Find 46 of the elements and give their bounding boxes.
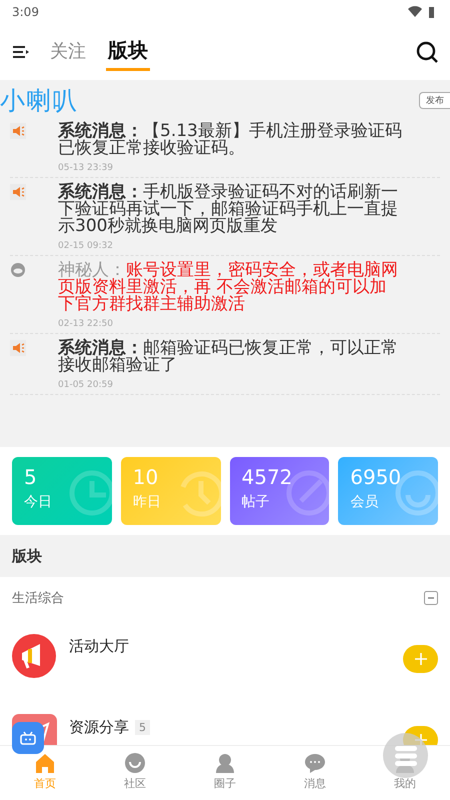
list-icon [394,746,416,766]
forum-name[interactable]: 资源分享 [69,718,129,737]
nav-tab[interactable]: 首页 [0,746,90,800]
collapse-icon[interactable] [424,591,438,605]
plus-icon [414,652,428,666]
message-time: 02-15 09:32 [58,241,114,251]
publish-button[interactable]: 发布 [419,92,450,109]
stat-value: 10 [132,465,160,489]
nav-tab[interactable]: 社区 [90,746,180,800]
nav-tab[interactable]: 消息 [270,746,360,800]
notice-title: 小喇叭 [0,85,78,117]
message-time: 01-05 20:59 [58,380,114,390]
category-title: 生活综合 [12,590,64,607]
stat-value: 4572 [242,465,294,489]
speaker-icon [10,123,26,139]
notice-message: 系统消息：邮箱验证码已恢复正常，可以正常接收邮箱验证了 [58,340,399,374]
megaphone-icon [12,633,57,678]
forum-count: 5 [135,720,150,735]
home-icon [34,752,56,774]
search-icon[interactable] [416,41,438,63]
chat-icon [304,752,326,774]
stat-value: 5 [24,465,38,489]
stat-value: 6950 [350,465,402,489]
robot-icon [19,731,37,745]
speaker-icon [10,184,26,200]
menu-icon[interactable] [12,45,30,59]
robot-button[interactable] [12,722,44,754]
message-time: 02-13 22:50 [58,319,114,329]
notice-message: 系统消息：手机版登录验证码不对的话刷新一下验证码再试一下，邮箱验证码手机上一直提示300秒就换电脑网页版重发 [58,184,399,235]
section-title: 版块 [12,546,42,566]
people-icon [214,752,236,774]
stat-label: 帖子 [242,493,270,511]
nav-tab[interactable]: 圈子 [180,746,270,800]
stat-label: 会员 [350,493,380,511]
header-tab[interactable]: 关注 [48,34,88,70]
status-time: 3:09 [12,5,39,19]
header-tab[interactable]: 版块 [106,33,150,71]
avatar-icon [10,262,26,278]
forum-name[interactable]: 活动大厅 [69,637,129,656]
stat-label: 昨日 [132,493,162,511]
stat-label: 今日 [24,493,53,511]
smile-icon [124,752,146,774]
message-time: 05-13 23:39 [58,163,114,173]
speaker-icon [10,340,26,356]
notice-message: 系统消息：【5.13最新】手机注册登录验证码已恢复正常接收验证码。 [58,123,403,157]
notice-message: 神秘人：账号设置里，密码安全，或者电脑网页版资料里激活，再 不会激活邮箱的可以加下官方群找群主辅助激活 [58,262,399,313]
